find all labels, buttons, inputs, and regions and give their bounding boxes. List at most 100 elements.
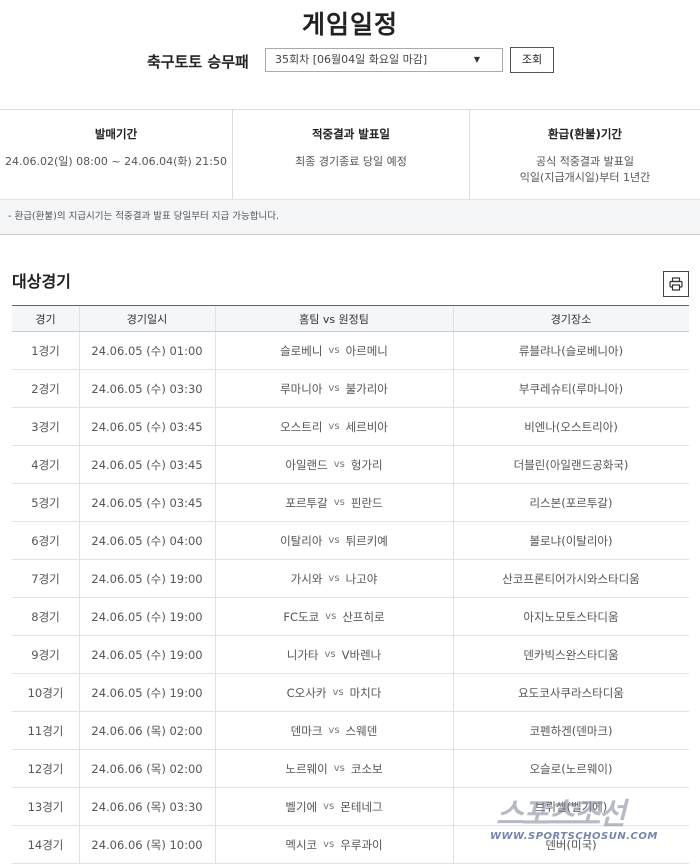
match-datetime: 24.06.05 (수) 03:45 xyxy=(91,457,203,472)
match-no: 10경기 xyxy=(27,685,64,700)
away-team: 산프히로 xyxy=(342,609,385,624)
away-team: 코소보 xyxy=(350,761,383,776)
match-datetime: 24.06.05 (수) 04:00 xyxy=(91,533,203,548)
away-team: V바렌나 xyxy=(341,647,382,662)
column-divider xyxy=(215,598,216,635)
column-divider xyxy=(453,750,454,787)
header-datetime: 경기일시 xyxy=(126,312,168,326)
table-row: 6경기 24.06.05 (수) 04:00 이탈리아 vs 튀르키예 볼로냐(이탈리아) xyxy=(12,522,689,560)
away-team: 헝가리 xyxy=(350,457,383,472)
column-divider xyxy=(215,370,216,407)
match-teams: 아일랜드 vs 헝가리 xyxy=(215,446,453,483)
page-title: 게임일정 xyxy=(301,10,398,39)
match-venue: 브뤼셀(벨기에) xyxy=(534,799,608,814)
sale-period-block: 발매기간 24.06.02(일) 08:00 ~ 24.06.04(화) 21:… xyxy=(0,110,232,200)
refund-notice: - 환급(환불)의 지급시기는 적중결과 발표 당일부터 지급 가능합니다. xyxy=(0,199,700,235)
vs-label: vs xyxy=(328,725,340,736)
column-divider xyxy=(215,750,216,787)
home-team: FC도쿄 xyxy=(283,609,320,624)
table-row: 4경기 24.06.05 (수) 03:45 아일랜드 vs 헝가리 더블린(아일랜드공화… xyxy=(12,446,689,484)
match-venue: 산코프론티어가시와스타디움 xyxy=(502,571,640,586)
vs-label: vs xyxy=(323,801,335,812)
table-row: 7경기 24.06.05 (수) 19:00 가시와 vs 나고야 산코프론티어가시와스타… xyxy=(12,560,689,598)
match-venue: 볼로냐(이탈리아) xyxy=(529,533,613,548)
vs-label: vs xyxy=(332,687,344,698)
round-select[interactable]: 35회차 [06월04일 화요일 마감] ▼ xyxy=(265,48,503,72)
away-team: 우루과이 xyxy=(340,837,383,852)
table-row: 5경기 24.06.05 (수) 03:45 포르투갈 vs 핀란드 리스본(포르투갈) xyxy=(12,484,689,522)
away-team: 세르비아 xyxy=(345,419,388,434)
vs-label: vs xyxy=(333,497,345,508)
match-venue: 아지노모토스타디움 xyxy=(523,609,619,624)
column-divider xyxy=(215,522,216,559)
print-button[interactable] xyxy=(663,271,689,297)
match-teams: 루마니아 vs 불가리아 xyxy=(215,370,453,407)
column-divider xyxy=(453,826,454,863)
match-venue: 리스본(포르투갈) xyxy=(529,495,613,510)
match-venue: 오슬로(노르웨이) xyxy=(529,761,613,776)
match-teams: 슬로베니 vs 아르메니 xyxy=(215,332,453,369)
search-button[interactable]: 조회 xyxy=(510,47,554,73)
column-divider xyxy=(215,712,216,749)
column-divider xyxy=(453,332,454,369)
home-team: 니가타 xyxy=(286,647,319,662)
away-team: 핀란드 xyxy=(350,495,383,510)
column-divider xyxy=(215,446,216,483)
column-divider xyxy=(453,370,454,407)
vs-label: vs xyxy=(328,535,340,546)
column-divider xyxy=(453,560,454,597)
match-datetime: 24.06.05 (수) 03:45 xyxy=(91,495,203,510)
home-team: 이탈리아 xyxy=(280,533,323,548)
column-divider xyxy=(79,750,80,787)
column-divider xyxy=(215,788,216,825)
away-team: 나고야 xyxy=(345,571,378,586)
column-divider xyxy=(215,674,216,711)
match-venue: 요도코사쿠라스타디움 xyxy=(518,685,624,700)
refund-period-block: 환급(환불)기간 공식 적중결과 발표일 익일(지급개시일)부터 1년간 xyxy=(470,110,700,200)
column-divider xyxy=(215,826,216,863)
match-datetime: 24.06.05 (수) 01:00 xyxy=(91,343,203,358)
match-teams: 벨기에 vs 몬테네그 xyxy=(215,788,453,825)
column-divider xyxy=(453,408,454,445)
vs-label: vs xyxy=(328,421,340,432)
match-venue: 덴카빅스완스타디움 xyxy=(523,647,619,662)
game-selector-row: 축구토토 승무패 35회차 [06월04일 화요일 마감] ▼ 조회 xyxy=(0,46,700,76)
match-teams: 멕시코 vs 우루과이 xyxy=(215,826,453,863)
refund-period-line2: 익일(지급개시일)부터 1년간 xyxy=(519,171,651,184)
match-no: 4경기 xyxy=(31,457,60,472)
match-datetime: 24.06.06 (목) 02:00 xyxy=(91,723,203,738)
column-divider xyxy=(215,560,216,597)
match-teams: 이탈리아 vs 튀르키예 xyxy=(215,522,453,559)
vs-label: vs xyxy=(324,649,336,660)
table-row: 2경기 24.06.05 (수) 03:30 루마니아 vs 불가리아 부쿠레슈티(루마니… xyxy=(12,370,689,408)
table-row: 8경기 24.06.05 (수) 19:00 FC도쿄 vs 산프히로 아지노모토스타디움 xyxy=(12,598,689,636)
home-team: 포르투갈 xyxy=(285,495,328,510)
vs-label: vs xyxy=(333,459,345,470)
header-teams: 홈팀 vs 원정팀 xyxy=(299,312,369,326)
column-divider xyxy=(453,522,454,559)
match-datetime: 24.06.06 (목) 02:00 xyxy=(91,761,203,776)
column-divider xyxy=(79,826,80,863)
column-divider xyxy=(453,636,454,673)
column-divider xyxy=(79,674,80,711)
vs-label: vs xyxy=(323,839,335,850)
match-venue: 코펜하겐(덴마크) xyxy=(529,723,613,738)
table-row: 9경기 24.06.05 (수) 19:00 니가타 vs V바렌나 덴카빅스완스타디움 xyxy=(12,636,689,674)
match-datetime: 24.06.05 (수) 19:00 xyxy=(91,685,203,700)
away-team: 튀르키예 xyxy=(345,533,388,548)
column-divider xyxy=(79,446,80,483)
vs-label: vs xyxy=(328,383,340,394)
match-no: 12경기 xyxy=(27,761,64,776)
match-no: 7경기 xyxy=(31,571,60,586)
column-divider xyxy=(215,408,216,445)
home-team: 가시와 xyxy=(290,571,323,586)
table-row: 1경기 24.06.05 (수) 01:00 슬로베니 vs 아르메니 류블랴나(슬로베니… xyxy=(12,332,689,370)
home-team: 덴마크 xyxy=(290,723,323,738)
match-no: 11경기 xyxy=(27,723,64,738)
match-no: 2경기 xyxy=(31,381,60,396)
column-divider xyxy=(453,712,454,749)
table-row: 11경기 24.06.06 (목) 02:00 덴마크 vs 스웨덴 코펜하겐(덴마크) xyxy=(12,712,689,750)
sale-info-panel: 발매기간 24.06.02(일) 08:00 ~ 24.06.04(화) 21:… xyxy=(0,109,700,200)
match-venue: 류블랴나(슬로베니아) xyxy=(518,343,624,358)
section-title: 대상경기 xyxy=(12,272,71,291)
